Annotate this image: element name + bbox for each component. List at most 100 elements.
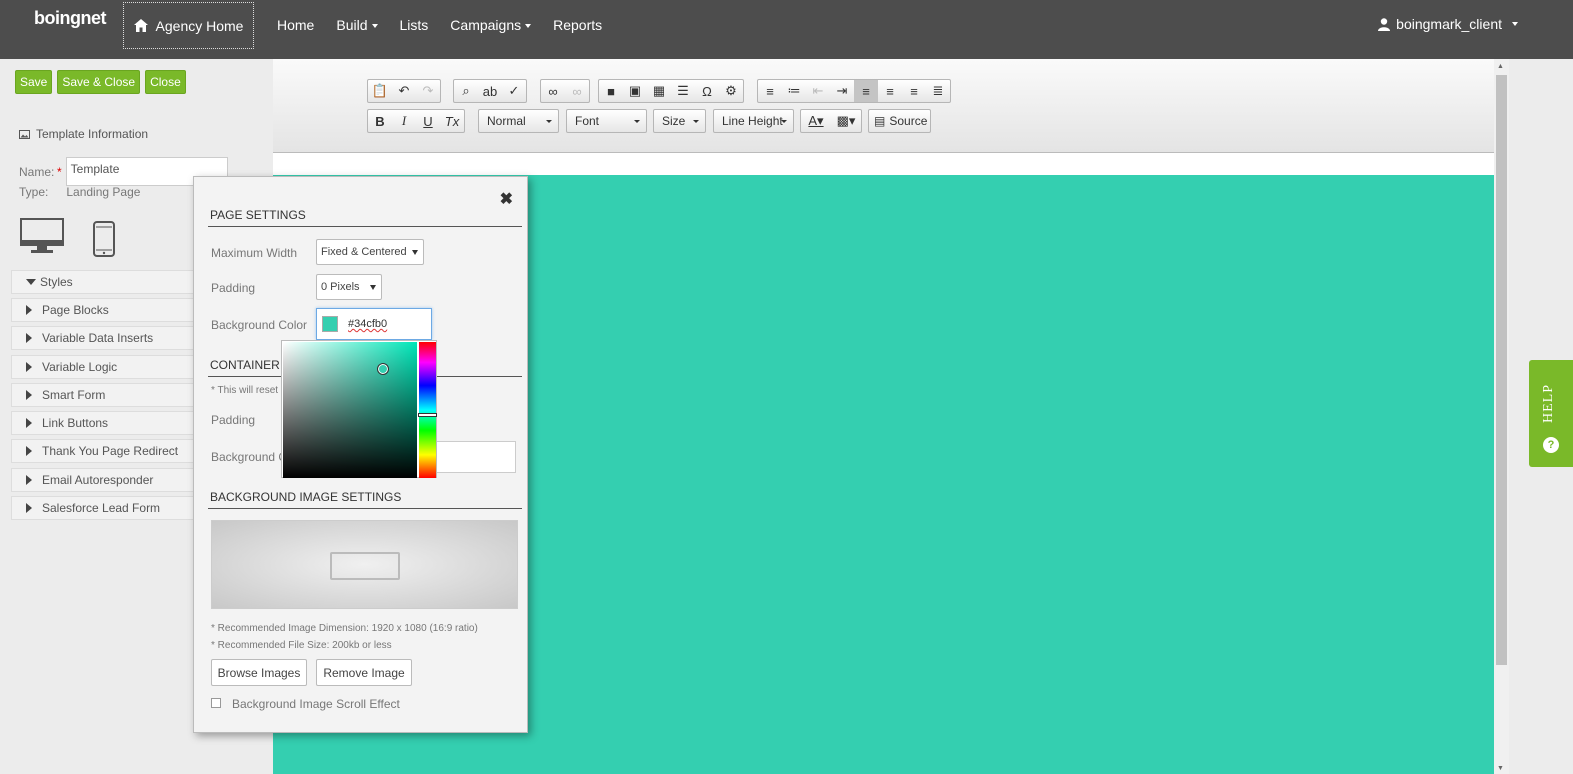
image-icon (19, 129, 30, 139)
accordion-email-autoresponder[interactable]: Email Autoresponder (11, 468, 195, 492)
agency-home-button[interactable]: Agency Home (123, 2, 254, 49)
hue-handle[interactable] (418, 413, 437, 417)
bullet-list-icon[interactable]: ≔ (782, 80, 806, 102)
align-center-icon[interactable]: ≡ (878, 80, 902, 102)
spellcheck-icon[interactable]: ✓ (502, 80, 526, 102)
outdent-icon[interactable]: ⇤ (806, 80, 830, 102)
user-icon (1378, 17, 1391, 31)
table-icon[interactable]: ▦ (647, 80, 671, 102)
find-icon[interactable]: ⌕ (454, 80, 478, 102)
reset-note: * This will reset (211, 385, 279, 396)
align-right-icon[interactable]: ≡ (902, 80, 926, 102)
save-close-button[interactable]: Save & Close (57, 70, 141, 94)
scroll-down-icon[interactable]: ▼ (1497, 765, 1504, 772)
accordion-salesforce-lead-form[interactable]: Salesforce Lead Form (11, 496, 195, 520)
accordion-thank-you-page-redirect[interactable]: Thank You Page Redirect (11, 439, 195, 463)
italic-icon[interactable]: I (392, 110, 416, 132)
accordion-smart-form[interactable]: Smart Form (11, 383, 195, 407)
max-width-value: Fixed & Centered (321, 246, 407, 258)
bg-color-input[interactable]: #34cfb0 (316, 308, 432, 340)
align-justify-icon[interactable]: ≣ (926, 80, 950, 102)
bg-color-value: #34cfb0 (348, 318, 388, 330)
paste-icon[interactable]: 📋 (368, 80, 392, 102)
source-icon: ▤ (874, 114, 886, 128)
main-nav: Home Build Lists Campaigns Reports (266, 0, 613, 49)
close-icon[interactable]: ✖ (500, 189, 513, 209)
scroll-up-icon[interactable]: ▲ (1497, 63, 1504, 70)
accordion-link-buttons[interactable]: Link Buttons (11, 411, 195, 435)
accordion-variable-data-inserts[interactable]: Variable Data Inserts (11, 326, 195, 350)
redo-icon[interactable]: ↷ (416, 80, 440, 102)
mobile-view-icon[interactable] (93, 221, 115, 257)
find-group: ⌕ ab ✓ (453, 79, 527, 103)
save-button[interactable]: Save (15, 70, 53, 94)
name-label: Name: (19, 164, 55, 179)
format-value: Normal (487, 114, 526, 128)
align-left-icon[interactable]: ≡ (854, 80, 878, 102)
nav-home[interactable]: Home (266, 17, 325, 33)
nav-campaigns[interactable]: Campaigns (439, 17, 542, 33)
close-button[interactable]: Close (145, 70, 186, 94)
font-select[interactable]: Font (566, 109, 647, 133)
accordion-page-blocks[interactable]: Page Blocks (11, 298, 195, 322)
help-label: HELP (1541, 384, 1556, 423)
underline-icon[interactable]: U (416, 110, 440, 132)
line-height-select[interactable]: Line Height (713, 109, 794, 133)
color-cursor[interactable] (377, 363, 389, 375)
accordion-label: Smart Form (42, 388, 106, 402)
gear-icon[interactable]: ⚙ (719, 80, 743, 102)
chevron-down-icon (546, 120, 552, 123)
scroll-effect-checkbox[interactable] (211, 698, 221, 708)
source-button[interactable]: ▤ Source (868, 109, 931, 133)
triangle-right-icon (26, 503, 32, 513)
font-value: Font (575, 114, 600, 128)
replace-icon[interactable]: ab (478, 80, 502, 102)
remove-format-icon[interactable]: Tx (440, 110, 464, 132)
unlink-icon[interactable]: ∞ (565, 80, 589, 102)
user-menu[interactable]: boingmark_client (1378, 16, 1518, 32)
desktop-view-icon[interactable] (20, 218, 64, 254)
nav-build[interactable]: Build (325, 17, 388, 33)
padding-value: 0 Pixels (321, 281, 360, 293)
help-tab[interactable]: HELP ? (1529, 360, 1573, 467)
nav-build-label: Build (336, 16, 368, 33)
color-group: A▾ ▩▾ (800, 109, 862, 133)
link-icon[interactable]: ∞ (541, 80, 565, 102)
accordion-styles[interactable]: Styles (11, 270, 195, 294)
bg-image-placeholder (211, 520, 518, 609)
page-settings-heading: PAGE SETTINGS (210, 208, 306, 222)
logo[interactable]: boingnet (34, 8, 106, 29)
browse-images-button[interactable]: Browse Images (211, 659, 307, 686)
remove-image-button[interactable]: Remove Image (316, 659, 412, 686)
saturation-value-area[interactable] (283, 342, 417, 478)
chevron-down-icon (370, 285, 376, 290)
max-width-select[interactable]: Fixed & Centered (316, 239, 424, 265)
clipboard-group: 📋 ↶ ↷ (367, 79, 441, 103)
link-group: ∞ ∞ (540, 79, 590, 103)
video-icon[interactable]: ■ (599, 80, 623, 102)
triangle-right-icon (26, 305, 32, 315)
editor-scrollbar[interactable]: ▲ ▼ (1494, 59, 1509, 774)
undo-icon[interactable]: ↶ (392, 80, 416, 102)
accordion-variable-logic[interactable]: Variable Logic (11, 355, 195, 379)
size-select[interactable]: Size (653, 109, 706, 133)
special-char-icon[interactable]: Ω (695, 80, 719, 102)
padding-select[interactable]: 0 Pixels (316, 274, 382, 300)
accordion-label: Email Autoresponder (42, 473, 154, 487)
scroll-thumb[interactable] (1496, 75, 1507, 665)
format-select[interactable]: Normal (478, 109, 559, 133)
numbered-list-icon[interactable]: ≡ (758, 80, 782, 102)
accordion-label: Salesforce Lead Form (42, 501, 161, 515)
nav-lists[interactable]: Lists (389, 17, 440, 33)
text-color-icon[interactable]: A▾ (801, 110, 831, 132)
type-value: Landing Page (66, 185, 141, 199)
container-bg-input[interactable] (436, 441, 516, 473)
triangle-right-icon (26, 362, 32, 372)
nav-reports[interactable]: Reports (542, 17, 613, 33)
indent-icon[interactable]: ⇥ (830, 80, 854, 102)
horizontal-line-icon[interactable]: ☰ (671, 80, 695, 102)
bg-color-icon[interactable]: ▩▾ (831, 110, 861, 132)
image-insert-icon[interactable]: ▣ (623, 80, 647, 102)
hue-slider[interactable] (418, 342, 437, 478)
bold-icon[interactable]: B (368, 110, 392, 132)
